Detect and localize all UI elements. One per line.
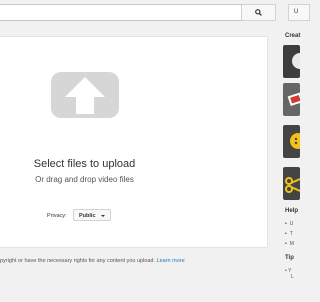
- help-list: U T M: [285, 219, 294, 249]
- help-heading: Help: [285, 208, 299, 214]
- scissors-icon: [285, 177, 300, 193]
- privacy-value: Public: [79, 213, 96, 219]
- create-tile-slideshow[interactable]: [283, 83, 300, 116]
- hangout-icon: [290, 133, 300, 149]
- webcam-icon: [292, 53, 300, 69]
- upload-arrow-icon[interactable]: [51, 72, 119, 118]
- create-heading: Creat: [285, 33, 301, 39]
- help-link[interactable]: U: [285, 219, 294, 229]
- privacy-select[interactable]: Public: [73, 209, 111, 221]
- slideshow-icon: [287, 92, 300, 106]
- copyright-note: pyright or have the necessary rights for…: [0, 258, 185, 264]
- search-icon: [255, 9, 262, 16]
- upload-button[interactable]: U: [288, 4, 310, 21]
- copyright-text: pyright or have the necessary rights for…: [0, 258, 156, 264]
- tip-text: • Y L: [285, 268, 294, 280]
- tip-heading: Tip: [285, 255, 294, 261]
- create-tile-webcam[interactable]: [283, 45, 300, 78]
- upload-dropzone[interactable]: Select files to upload Or drag and drop …: [0, 36, 268, 248]
- search-input[interactable]: [0, 4, 242, 21]
- learn-more-link[interactable]: Learn more: [157, 258, 185, 264]
- top-bar: U: [0, 0, 310, 26]
- tip-line-2: L: [291, 274, 294, 280]
- privacy-label: Privacy:: [47, 213, 67, 219]
- create-tile-hangout[interactable]: [283, 125, 300, 158]
- search-button[interactable]: [241, 4, 276, 21]
- chevron-down-icon: [101, 215, 105, 217]
- help-link[interactable]: M: [285, 239, 294, 249]
- drag-drop-hint: Or drag and drop video files: [35, 175, 134, 184]
- help-link[interactable]: T: [285, 229, 294, 239]
- select-files-title[interactable]: Select files to upload: [0, 158, 172, 170]
- create-tile-editor[interactable]: [283, 167, 300, 200]
